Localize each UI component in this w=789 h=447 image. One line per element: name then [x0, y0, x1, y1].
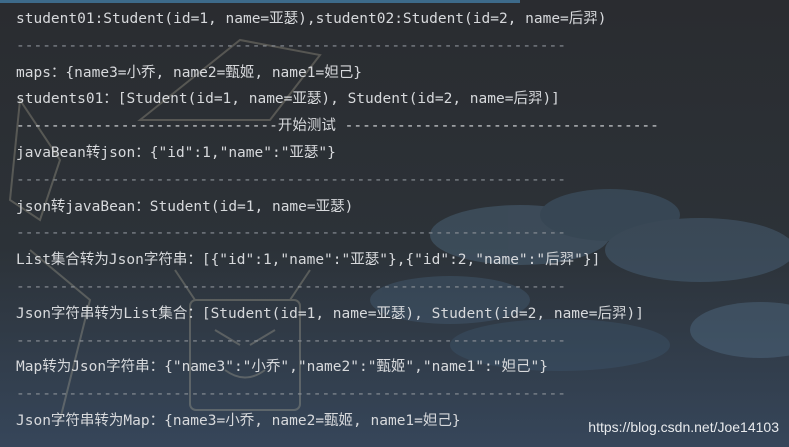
test-start-banner: ------------------------------开始测试 -----… — [16, 118, 659, 135]
output-line-map-to-json: Map转为Json字符串：{"name3":"小乔","name2":"甄姬",… — [16, 359, 548, 376]
separator-line: ----------------------------------------… — [16, 332, 566, 349]
separator-line: ----------------------------------------… — [16, 171, 566, 188]
output-line-students01: students01：[Student(id=1, name=亚瑟), Stud… — [16, 91, 560, 108]
output-line-students: student01:Student(id=1, name=亚瑟),student… — [16, 11, 607, 27]
output-line-bean-to-json: javaBean转json：{"id":1,"name":"亚瑟"} — [16, 144, 336, 161]
watermark-url: https://blog.csdn.net/Joe14103 — [588, 419, 779, 435]
output-line-list-to-json: List集合转为Json字符串：[{"id":1,"name":"亚瑟"},{"… — [16, 252, 601, 269]
separator-line: ----------------------------------------… — [16, 37, 566, 54]
separator-line: ----------------------------------------… — [16, 278, 566, 295]
output-line-maps: maps：{name3=小乔, name2=甄姬, name1=妲己} — [16, 64, 362, 81]
output-line-json-to-bean: json转javaBean：Student(id=1, name=亚瑟) — [16, 198, 354, 215]
console-output: student01:Student(id=1, name=亚瑟),student… — [0, 0, 789, 447]
output-line-json-to-list: Json字符串转为List集合：[Student(id=1, name=亚瑟),… — [16, 305, 644, 322]
separator-line: ----------------------------------------… — [16, 386, 566, 403]
separator-line: ----------------------------------------… — [16, 225, 566, 242]
console-top-accent — [0, 0, 520, 3]
